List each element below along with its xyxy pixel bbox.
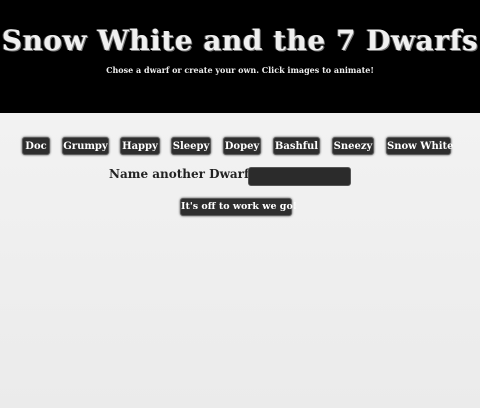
header-banner: Snow White and the 7 Dwarfs Chose a dwar… <box>0 0 480 113</box>
page-subtitle: Chose a dwarf or create your own. Click … <box>106 65 374 75</box>
dwarf-button-bashful[interactable]: Bashful <box>273 137 320 155</box>
name-dwarf-label: Name another Dwarf <box>109 167 250 181</box>
main-content: Doc Grumpy Happy Sleepy Dopey Bashful Sn… <box>0 113 480 408</box>
dwarf-button-happy[interactable]: Happy <box>120 137 160 155</box>
dwarf-name-input[interactable] <box>248 167 351 186</box>
dwarf-button-doc[interactable]: Doc <box>22 137 50 155</box>
dwarf-button-grumpy[interactable]: Grumpy <box>62 137 109 155</box>
dwarf-button-row: Doc Grumpy Happy Sleepy Dopey Bashful Sn… <box>0 137 480 155</box>
dwarf-button-snow-white[interactable]: Snow White <box>386 137 454 155</box>
dwarf-button-sleepy[interactable]: Sleepy <box>171 137 211 155</box>
dwarf-button-dopey[interactable]: Dopey <box>223 137 261 155</box>
dwarf-button-sneezy[interactable]: Sneezy <box>332 137 374 155</box>
submit-dwarf-button[interactable]: It's off to work we go! <box>180 198 297 216</box>
page-title: Snow White and the 7 Dwarfs <box>1 24 479 57</box>
